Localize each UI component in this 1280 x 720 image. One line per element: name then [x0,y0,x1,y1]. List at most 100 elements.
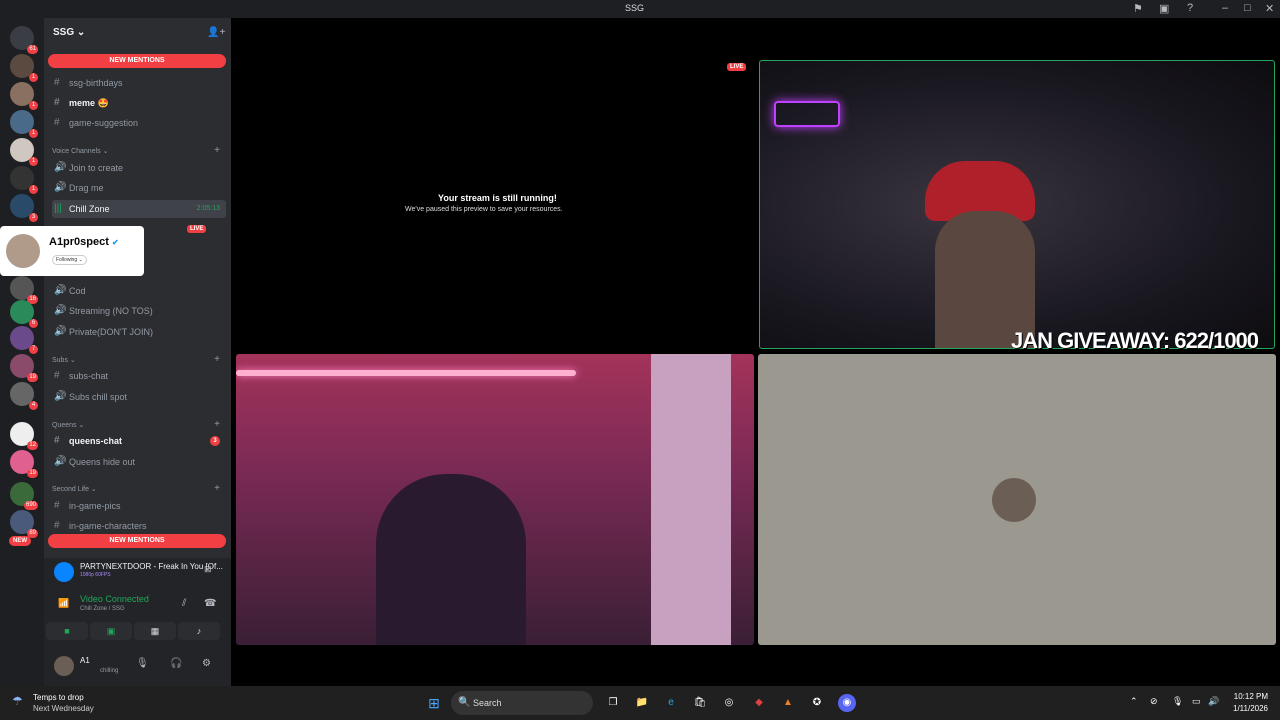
add-channel-icon[interactable]: + [214,354,220,365]
server-icon[interactable]: 690 [10,482,38,510]
channel-meme[interactable]: # meme 🤩 [52,94,226,112]
server-icon[interactable]: 19 [10,450,38,478]
server-icon[interactable]: 1 [10,110,38,138]
microphone-icon[interactable]: 🎙 [136,658,149,669]
voice-status[interactable]: Video Connected [80,594,149,604]
noise-suppression-icon[interactable]: ⫽ [182,598,186,609]
network-icon[interactable]: ⊘ [1150,696,1158,707]
voice-join-to-create[interactable]: 🔊 Join to create [52,159,226,177]
channel-ssg-birthdays[interactable]: # ssg-birthdays [52,74,226,92]
activities-button[interactable]: ▦ [134,622,176,640]
voice-queens-hide-out[interactable]: 🔊 Queens hide out [52,453,226,471]
server-icon[interactable]: 19 [10,354,38,382]
clock-date[interactable]: 1/11/2026 [1226,704,1268,713]
task-view-icon[interactable]: ❐ [604,694,622,712]
call-duration: 2:05:13 [196,205,220,212]
server-icon[interactable]: 6 [10,300,38,328]
close-icon[interactable]: ✕ [1265,2,1274,15]
voice-streaming[interactable]: 🔊 Streaming (NO TOS) [52,302,226,320]
chevron-up-icon[interactable]: ⌃ [1130,696,1138,707]
disconnect-icon[interactable]: ☎ [204,598,216,609]
weather-text[interactable]: Temps to drop [33,693,84,702]
cod-icon[interactable]: ✪ [808,694,826,712]
voice-drag-me[interactable]: 🔊 Drag me [52,179,226,197]
server-icon[interactable]: 1 [10,82,38,110]
add-channel-icon[interactable]: + [214,483,220,494]
game-icon[interactable]: ◆ [750,694,768,712]
user-status[interactable]: chilling [100,668,118,674]
minimize-icon[interactable]: – [1222,2,1228,14]
category-queens[interactable]: Queens ⌄ + [52,419,226,430]
server-name[interactable]: SSG ⌄ [53,27,85,38]
led-strip [236,370,576,376]
new-unreads-pill[interactable]: NEW [9,536,31,546]
app-icon[interactable]: ▲ [779,694,797,712]
microphone-icon[interactable]: 🎙 [1172,696,1183,707]
weather-subtext[interactable]: Next Wednesday [33,704,94,713]
home-badge: 61 [27,45,38,54]
channel-label: in-game-pics [69,501,121,511]
voice-private[interactable]: 🔊 Private(DON'T JOIN) [52,323,226,341]
server-icon[interactable]: 89 [10,510,38,538]
edge-icon[interactable]: e [662,694,680,712]
file-explorer-icon[interactable]: 📁 [633,694,651,712]
start-windows-icon[interactable]: ⊞ [425,694,443,712]
server-icon[interactable]: 4 [10,382,38,410]
video-tile-camera[interactable] [236,354,754,645]
category-subs[interactable]: Subs ⌄ + [52,354,226,365]
video-tile-streamer[interactable] [759,60,1275,349]
search-box[interactable]: 🔍 Search [451,691,593,715]
display-icon[interactable]: ▭ [1192,696,1201,707]
camera-button[interactable]: ■ [46,622,88,640]
category-voice-channels[interactable]: Voice Channels ⌄ + [52,145,226,156]
help-icon[interactable]: ? [1187,2,1193,14]
invite-icon[interactable]: 👤+ [207,27,225,38]
channel-game-suggestion[interactable]: # game-suggestion [52,114,226,132]
server-icon[interactable]: 1 [10,54,38,82]
channel-in-game-pics[interactable]: # in-game-pics [52,497,226,515]
server-badge: 19 [27,469,38,478]
maximize-icon[interactable]: □ [1244,2,1251,14]
profile-popout[interactable]: A1pr0spect ✔ Following ⌄ [0,226,144,276]
add-channel-icon[interactable]: + [214,145,220,156]
store-icon[interactable]: 🛍 [691,694,709,712]
server-badge: 1 [29,129,38,138]
home-button[interactable]: 61 [10,26,38,54]
soundboard-button[interactable]: ♪ [178,622,220,640]
screenshare-button[interactable]: ▣ [90,622,132,640]
channel-label: Streaming (NO TOS) [69,306,153,316]
category-second-life[interactable]: Second Life ⌄ + [52,483,226,494]
following-button[interactable]: Following ⌄ [52,255,87,265]
headphones-icon[interactable]: 🎧 [170,658,182,669]
clock-time[interactable]: 10:12 PM [1232,692,1268,701]
voice-cod[interactable]: 🔊 Cod [52,282,226,300]
new-mentions-bottom[interactable]: NEW MENTIONS [48,534,226,548]
voice-subs-chill-spot[interactable]: 🔊 Subs chill spot [52,388,226,406]
discord-icon[interactable]: ◉ [838,694,856,712]
server-icon[interactable]: 12 [10,422,38,450]
steam-icon[interactable]: ◎ [720,694,738,712]
signal-icon[interactable]: 📶 [58,598,69,609]
settings-gear-icon[interactable]: ⚙ [202,658,211,669]
flag-icon[interactable]: ⚑ [1133,2,1143,15]
weather-icon[interactable]: ☂ [12,694,23,708]
channel-queens-chat[interactable]: # queens-chat 3 [52,432,226,450]
user-name[interactable]: A1 [80,656,90,665]
channel-subs-chat[interactable]: # subs-chat [52,367,226,385]
add-channel-icon[interactable]: + [214,419,220,430]
channel-in-game-characters[interactable]: # in-game-characters [52,517,226,535]
server-icon[interactable]: 1 [10,166,38,194]
avatar[interactable] [54,656,74,676]
inbox-icon[interactable]: ▣ [1159,2,1169,15]
voice-location[interactable]: Chill Zone / SSG [80,606,125,612]
category-label: Second Life ⌄ [52,486,97,493]
server-icon[interactable]: 1 [10,138,38,166]
server-icon[interactable]: 7 [10,326,38,354]
volume-icon[interactable]: 🔊 [1208,696,1219,707]
stop-stream-icon[interactable]: ⊠ [204,564,212,575]
voice-chill-zone[interactable]: ||| Chill Zone 2:05:13 [52,200,226,218]
server-icon[interactable]: 3 [10,194,38,222]
profile-name: A1pr0spect ✔ [49,236,119,248]
server-icon[interactable]: 16 [10,276,38,304]
new-mentions-top[interactable]: NEW MENTIONS [48,54,226,68]
